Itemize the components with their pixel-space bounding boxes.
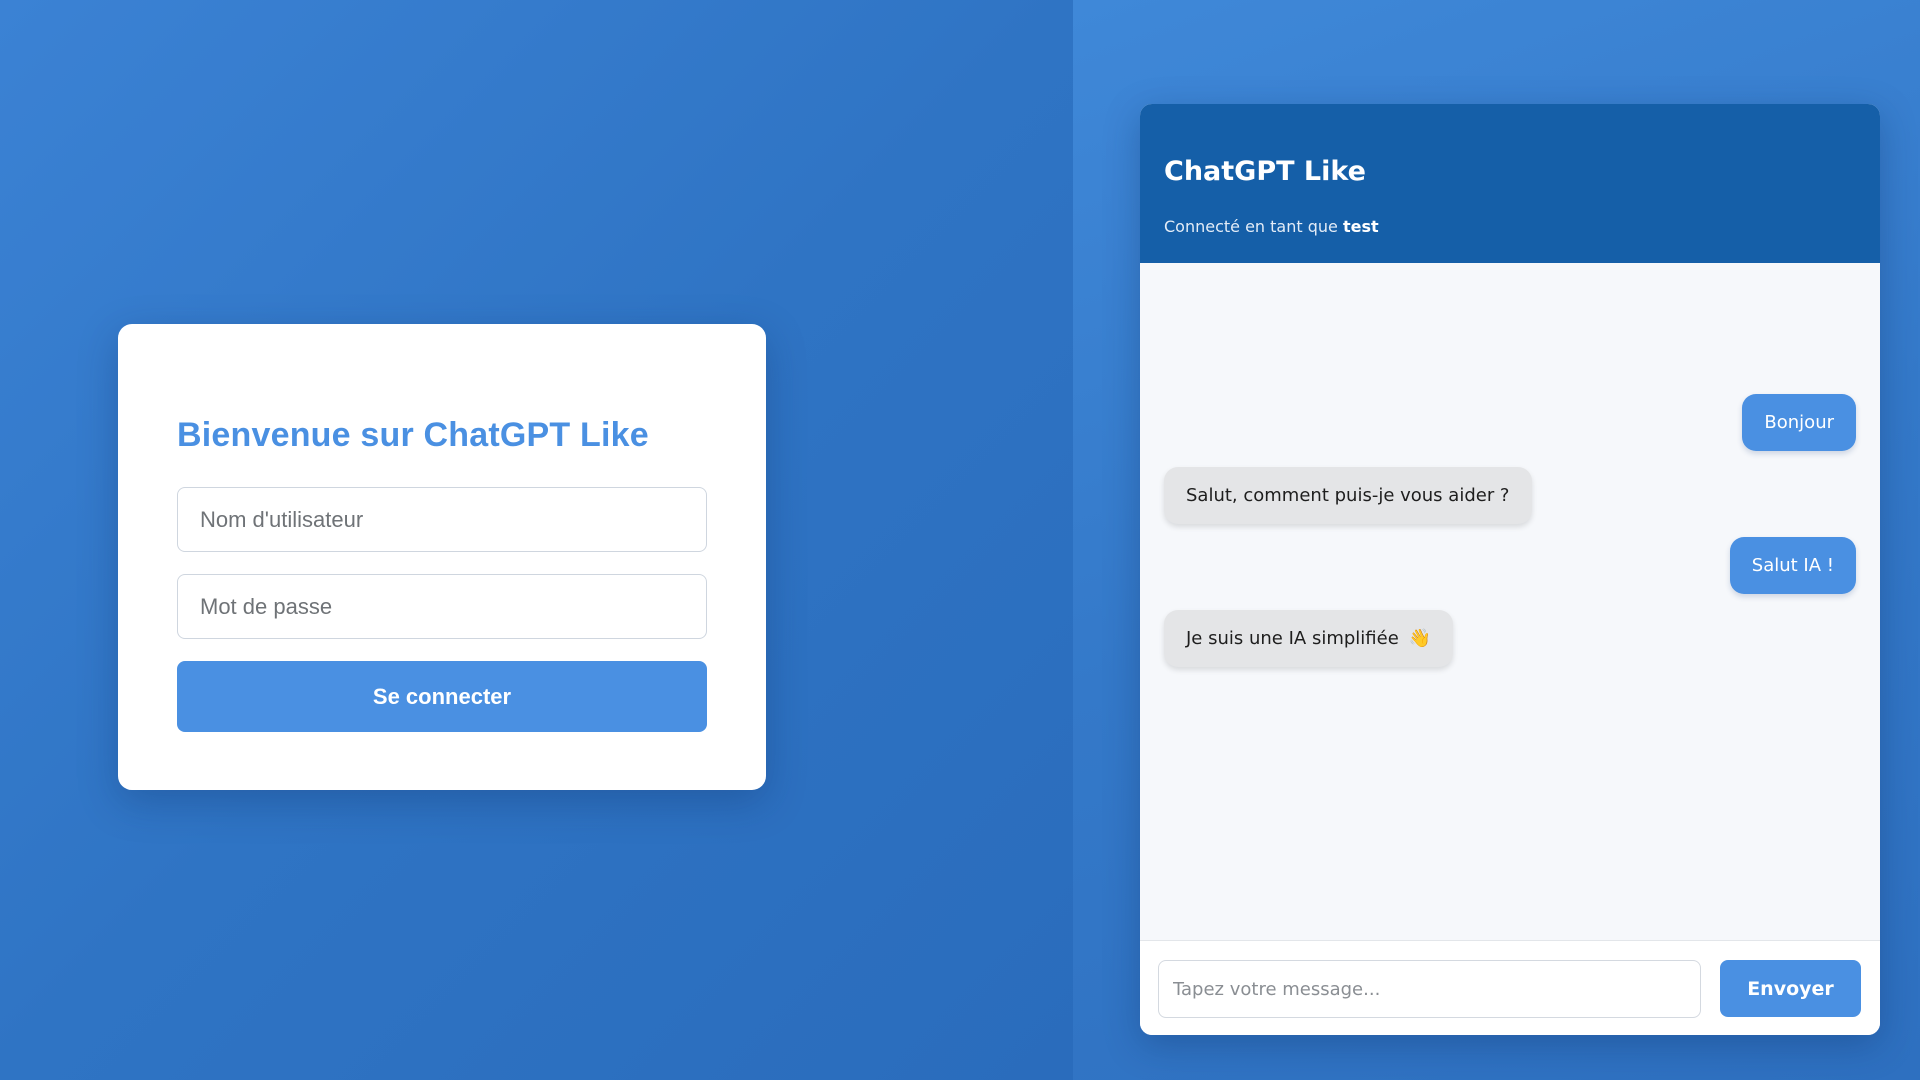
login-card: Bienvenue sur ChatGPT Like Se connecter: [118, 324, 766, 790]
message-text: Salut, comment puis-je vous aider ?: [1186, 485, 1510, 506]
message-text: Salut IA !: [1751, 555, 1834, 576]
message-text: Bonjour: [1764, 412, 1834, 433]
message-composer: Envoyer: [1140, 940, 1880, 1035]
message-text: Je suis une IA simplifiée: [1186, 628, 1399, 649]
username-input[interactable]: [177, 487, 707, 552]
login-button[interactable]: Se connecter: [177, 661, 707, 732]
screen: Bienvenue sur ChatGPT Like Se connecter …: [0, 0, 1920, 1080]
waving-hand-icon: 👋: [1408, 628, 1431, 649]
user-message: Bonjour: [1742, 394, 1856, 451]
message-list: Bonjour Salut, comment puis-je vous aide…: [1140, 263, 1880, 943]
chat-header: ChatGPT Like Connecté en tant que test: [1140, 104, 1880, 263]
status-prefix: Connecté en tant que: [1164, 217, 1338, 236]
password-input[interactable]: [177, 574, 707, 639]
chat-pane: ChatGPT Like Connecté en tant que test B…: [1073, 0, 1920, 1080]
send-button[interactable]: Envoyer: [1720, 960, 1861, 1017]
chat-title: ChatGPT Like: [1164, 156, 1366, 187]
chat-window: ChatGPT Like Connecté en tant que test B…: [1140, 104, 1880, 1035]
bot-message: Salut, comment puis-je vous aider ?: [1164, 467, 1532, 524]
user-message: Salut IA !: [1729, 537, 1856, 594]
message-input[interactable]: [1158, 960, 1701, 1018]
connection-status: Connecté en tant que test: [1164, 217, 1379, 236]
login-pane: Bienvenue sur ChatGPT Like Se connecter: [0, 0, 1073, 1080]
login-title: Bienvenue sur ChatGPT Like: [177, 416, 649, 454]
bot-message: Je suis une IA simplifiée 👋: [1164, 610, 1453, 667]
current-username: test: [1342, 217, 1379, 236]
